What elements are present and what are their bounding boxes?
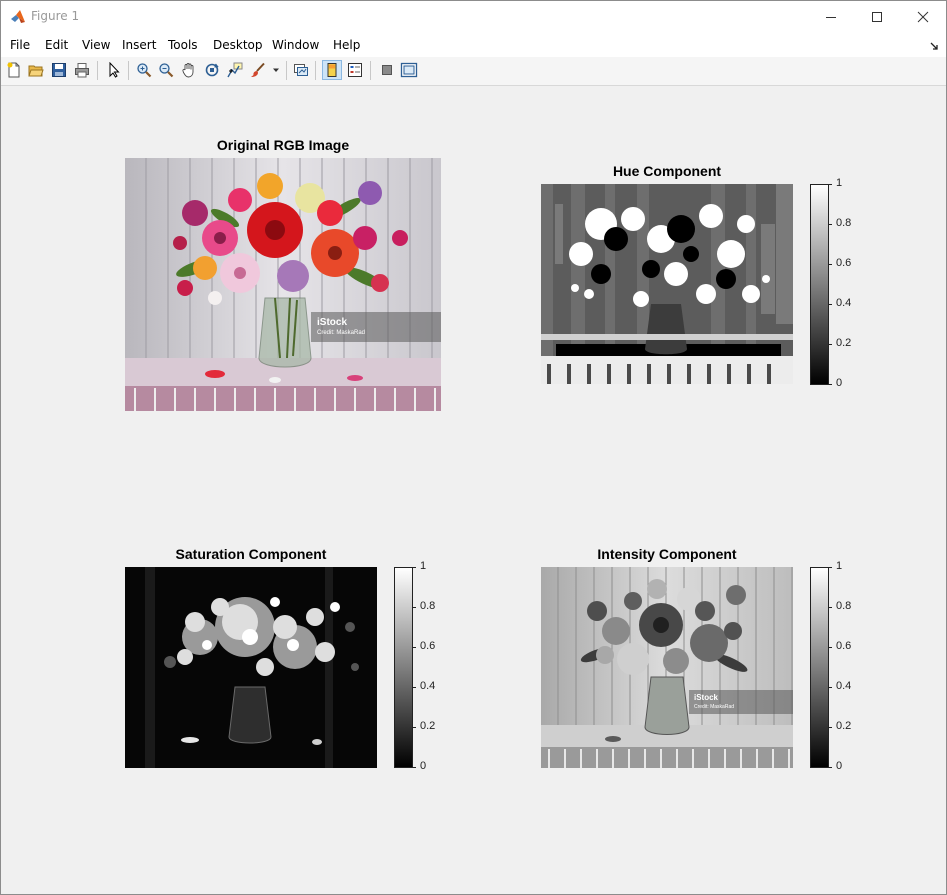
colorbar-tick-mark [829, 384, 832, 385]
colorbar-tick-mark [829, 344, 832, 345]
sat-axes-title: Saturation Component [175, 546, 327, 562]
colorbar-tick-mark [413, 727, 416, 728]
colorbar-tick-mark [413, 647, 416, 648]
colorbar-tick-label: 0.2 [836, 720, 852, 732]
insert-legend-icon[interactable] [345, 60, 365, 80]
colorbar-tick-mark [413, 607, 416, 608]
colorbar-tick-mark [829, 687, 832, 688]
int-colorbar [810, 567, 829, 768]
sat-colorbar [394, 567, 413, 768]
rgb-axes-title: Original RGB Image [216, 137, 350, 153]
colorbar-tick-mark [829, 224, 832, 225]
link-plot-icon[interactable] [291, 60, 311, 80]
menu-desktop[interactable]: Desktop [213, 38, 263, 52]
select-arrow-icon[interactable] [104, 60, 124, 80]
colorbar-tick-mark [829, 767, 832, 768]
colorbar-tick-label: 0.8 [420, 600, 436, 612]
colorbar-tick-label: 0 [836, 760, 843, 772]
title-bar: Figure 1 [1, 1, 946, 32]
data-cursor-icon[interactable] [225, 60, 245, 80]
colorbar-tick-mark [829, 304, 832, 305]
colorbar-tick-label: 1 [836, 560, 843, 572]
colorbar-tick-mark [413, 567, 416, 568]
colorbar-tick-mark [829, 647, 832, 648]
colorbar-tick-mark [829, 264, 832, 265]
colorbar-tick-label: 0.4 [420, 680, 436, 692]
minimize-button[interactable] [808, 1, 854, 32]
figure-window: Figure 1 File Edit View Insert Tools Des… [0, 0, 947, 895]
colorbar-tick-mark [413, 687, 416, 688]
maximize-button[interactable] [854, 1, 900, 32]
colorbar-tick-label: 0.6 [836, 257, 852, 269]
rotate-3d-icon[interactable] [202, 60, 222, 80]
window-title: Figure 1 [31, 9, 80, 23]
menu-help[interactable]: Help [333, 38, 360, 52]
colorbar-tick-mark [829, 567, 832, 568]
colorbar-tick-label: 0 [420, 760, 427, 772]
saturation-image [125, 567, 377, 768]
int-axes-title: Intensity Component [597, 546, 737, 562]
toolbar-separator [97, 61, 98, 80]
istock-watermark: iStock Credit: MaskaRad [311, 312, 441, 342]
zoom-out-icon[interactable] [156, 60, 176, 80]
menu-insert[interactable]: Insert [122, 38, 156, 52]
toolbar-separator [315, 61, 316, 80]
colorbar-tick-label: 0.2 [420, 720, 436, 732]
colorbar-tick-label: 0.6 [836, 640, 852, 652]
colorbar-tick-label: 0.4 [836, 297, 852, 309]
watermark-brand: iStock [317, 317, 348, 328]
intensity-image: iStock Credit: MaskaRad [541, 567, 793, 768]
menu-bar: File Edit View Insert Tools Desktop Wind… [1, 32, 946, 57]
colorbar-tick-label: 0 [836, 377, 843, 389]
figure-canvas: Original RGB Image iStock Credit: MaskaR… [1, 86, 946, 894]
watermark-credit: Credit: MaskaRad [317, 330, 366, 336]
colorbar-tick-mark [829, 184, 832, 185]
matlab-logo-icon [10, 9, 26, 25]
colorbar-tick-label: 0.6 [420, 640, 436, 652]
menu-tools[interactable]: Tools [168, 38, 198, 52]
toolbar-separator [128, 61, 129, 80]
new-figure-icon[interactable] [4, 60, 24, 80]
hue-colorbar [810, 184, 829, 385]
print-icon[interactable] [72, 60, 92, 80]
close-button[interactable] [900, 1, 946, 32]
brush-icon[interactable] [248, 60, 268, 80]
colorbar-tick-mark [413, 767, 416, 768]
zoom-in-icon[interactable] [134, 60, 154, 80]
menu-edit[interactable]: Edit [45, 38, 68, 52]
hue-axes-title: Hue Component [612, 163, 722, 179]
brush-dropdown-icon[interactable] [270, 60, 282, 80]
hue-image [541, 184, 793, 384]
menu-window[interactable]: Window [272, 38, 319, 52]
colorbar-tick-label: 0.4 [836, 680, 852, 692]
colorbar-tick-label: 1 [836, 177, 843, 189]
figure-toolbar [1, 57, 946, 86]
colorbar-tick-mark [829, 607, 832, 608]
colorbar-tick-label: 0.8 [836, 600, 852, 612]
toolbar-separator [286, 61, 287, 80]
istock-watermark: iStock Credit: MaskaRad [689, 690, 793, 714]
colorbar-tick-label: 1 [420, 560, 427, 572]
colorbar-tick-mark [829, 727, 832, 728]
watermark-brand: iStock [694, 693, 719, 702]
pan-hand-icon[interactable] [179, 60, 199, 80]
rgb-image: iStock Credit: MaskaRad [125, 158, 441, 411]
toolbar-separator [370, 61, 371, 80]
show-plot-tools-icon[interactable] [399, 60, 419, 80]
colorbar-tick-label: 0.2 [836, 337, 852, 349]
menu-file[interactable]: File [10, 38, 30, 52]
save-icon[interactable] [49, 60, 69, 80]
open-file-icon[interactable] [26, 60, 46, 80]
watermark-credit: Credit: MaskaRad [694, 704, 735, 710]
dock-figure-icon[interactable] [930, 39, 940, 50]
hide-plot-tools-icon[interactable] [377, 60, 397, 80]
insert-colorbar-icon[interactable] [322, 60, 342, 80]
colorbar-tick-label: 0.8 [836, 217, 852, 229]
menu-view[interactable]: View [82, 38, 110, 52]
